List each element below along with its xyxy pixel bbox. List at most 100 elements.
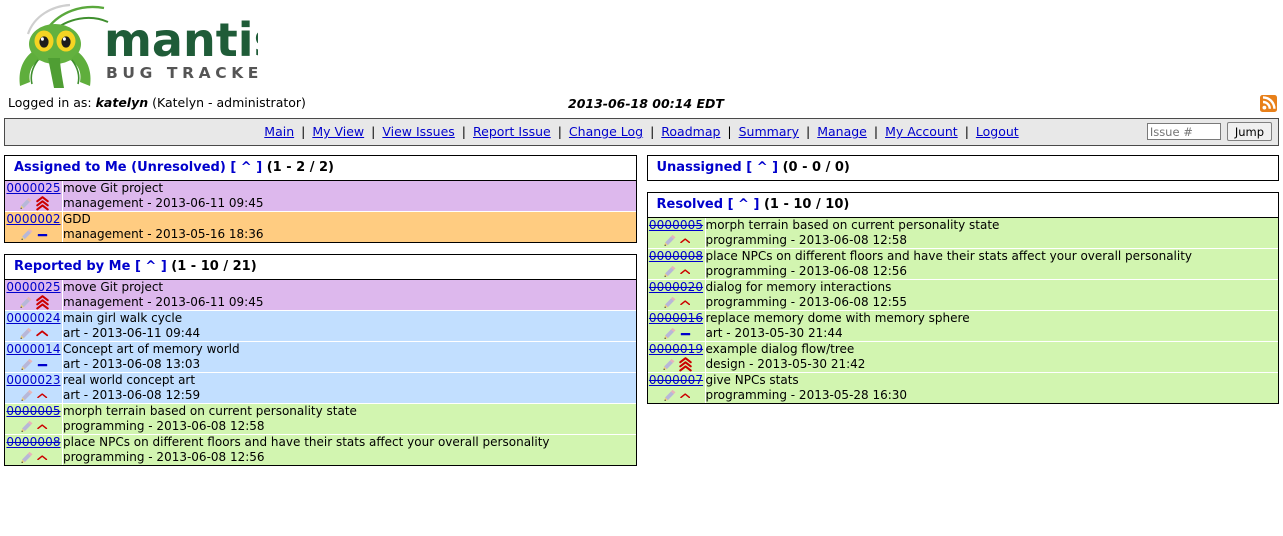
logged-in-username: katelyn: [95, 95, 149, 110]
collapse-caret-icon[interactable]: [ ^ ]: [135, 259, 167, 274]
rss-icon[interactable]: [1260, 95, 1277, 112]
edit-pencil-icon[interactable]: [661, 358, 676, 371]
edit-pencil-icon[interactable]: [18, 197, 33, 210]
edit-pencil-icon[interactable]: [662, 296, 677, 309]
nav-separator: |: [964, 124, 969, 139]
edit-pencil-icon[interactable]: [18, 327, 33, 340]
issue-id-link[interactable]: 0000024: [6, 311, 60, 325]
issue-id-link[interactable]: 0000014: [6, 342, 60, 356]
issue-icon-row: [5, 419, 62, 434]
edit-pencil-icon[interactable]: [19, 420, 34, 433]
issue-id-cell: 0000008: [647, 248, 706, 280]
issue-description-cell: main girl walk cycle art - 2013-06-11 09:…: [62, 310, 636, 342]
nav-item-my-view[interactable]: My View: [312, 124, 364, 139]
edit-pencil-icon[interactable]: [19, 228, 34, 241]
issue-id-link[interactable]: 0000005: [6, 404, 60, 418]
priority-normal-icon: [37, 393, 48, 399]
nav-item-logout[interactable]: Logout: [976, 124, 1019, 139]
issue-icon-row: [648, 295, 705, 310]
issue-category-date: management - 2013-06-11 09:45: [63, 195, 264, 210]
issue-id-link[interactable]: 0000023: [6, 373, 60, 387]
issue-id-cell: 0000024: [5, 310, 63, 342]
issue-id-link[interactable]: 0000005: [649, 218, 703, 232]
edit-pencil-icon[interactable]: [19, 389, 34, 402]
issue-category-date: art - 2013-06-08 12:59: [63, 387, 201, 402]
issue-summary: GDD: [63, 212, 91, 226]
panel-count: (1 - 10 / 10): [763, 197, 850, 212]
issue-summary: place NPCs on different floors and have …: [705, 249, 1193, 263]
issue-id-link[interactable]: 0000025: [6, 181, 60, 195]
nav-item-view-issues[interactable]: View Issues: [382, 124, 454, 139]
issue-category-date: programming - 2013-06-08 12:56: [63, 449, 265, 464]
issue-description-cell: morph terrain based on current personali…: [705, 218, 1278, 249]
nav-item-summary[interactable]: Summary: [739, 124, 799, 139]
issue-id-cell: 0000025: [5, 181, 63, 212]
table-row: 0000016 replace memory dome with memory s…: [647, 310, 1278, 342]
issue-summary: dialog for memory interactions: [705, 280, 892, 294]
priority-high-icon: [36, 330, 49, 337]
panel-heading-text: Reported by Me: [14, 259, 131, 274]
issue-icon-row: [5, 357, 62, 372]
issue-summary: replace memory dome with memory sphere: [705, 311, 970, 325]
edit-pencil-icon[interactable]: [662, 389, 677, 402]
nav-links: Main | My View | View Issues | Report Is…: [5, 124, 1278, 139]
issue-id-link[interactable]: 0000025: [6, 280, 60, 294]
edit-pencil-icon[interactable]: [662, 234, 677, 247]
issue-id-link[interactable]: 0000002: [6, 212, 60, 226]
issue-description-cell: give NPCs stats programming - 2013-05-28 …: [705, 372, 1278, 403]
issue-id-link[interactable]: 0000020: [649, 280, 703, 294]
table-row: 0000007 give NPCs stats programming - 2013…: [647, 372, 1278, 403]
nav-separator: |: [557, 124, 562, 139]
mantis-logo[interactable]: mantis BUG TRACKER: [8, 2, 258, 90]
issue-icon-row: [5, 196, 62, 211]
issue-summary: main girl walk cycle: [63, 311, 183, 325]
table-row: 0000020 dialog for memory interactions pro…: [647, 279, 1278, 311]
nav-item-main[interactable]: Main: [264, 124, 294, 139]
edit-pencil-icon[interactable]: [18, 296, 33, 309]
nav-item-report-issue[interactable]: Report Issue: [473, 124, 551, 139]
table-row: 0000005 morph terrain based on current pe…: [647, 218, 1278, 249]
issue-description-cell: replace memory dome with memory sphere ar…: [705, 310, 1278, 342]
issue-category-date: art - 2013-05-30 21:44: [705, 325, 843, 340]
issue-id-cell: 0000005: [5, 403, 63, 435]
issue-id-cell: 0000023: [5, 372, 63, 404]
nav-separator: |: [301, 124, 306, 139]
issue-id-link[interactable]: 0000007: [649, 373, 703, 387]
issue-id-cell: 0000007: [647, 372, 706, 403]
issue-number-input[interactable]: [1146, 123, 1221, 140]
collapse-caret-icon[interactable]: [ ^ ]: [728, 197, 760, 212]
issue-id-link[interactable]: 0000008: [6, 435, 60, 449]
issue-icon-row: [5, 326, 62, 341]
issue-rows: 0000025 move Git project management - 2013…: [5, 181, 636, 242]
table-row: 0000014 Concept art of memory world art - …: [5, 341, 636, 373]
edit-pencil-icon[interactable]: [19, 358, 34, 371]
table-row: 0000002 GDD management - 2013-05-16 18:36: [5, 211, 636, 242]
issue-id-link[interactable]: 0000016: [649, 311, 703, 325]
collapse-caret-icon[interactable]: [ ^ ]: [230, 160, 262, 175]
table-row: 0000024 main girl walk cycle art - 2013-06…: [5, 310, 636, 342]
issue-id-cell: 0000016: [647, 310, 706, 342]
panel-title-unassigned: Unassigned [ ^ ] (0 - 0 / 0): [647, 156, 1278, 180]
edit-pencil-icon[interactable]: [662, 327, 677, 340]
nav-item-my-account[interactable]: My Account: [885, 124, 958, 139]
issue-id-link[interactable]: 0000008: [649, 249, 703, 263]
priority-urgent-icon: [36, 196, 49, 211]
issue-category-date: programming - 2013-06-08 12:58: [63, 418, 265, 433]
jump-button[interactable]: Jump: [1226, 122, 1272, 141]
nav-item-roadmap[interactable]: Roadmap: [661, 124, 720, 139]
edit-pencil-icon[interactable]: [19, 451, 34, 464]
nav-item-change-log[interactable]: Change Log: [569, 124, 643, 139]
issue-summary: move Git project: [63, 280, 164, 294]
collapse-caret-icon[interactable]: [ ^ ]: [746, 160, 778, 175]
issue-id-link[interactable]: 0000019: [649, 342, 703, 356]
nav-item-manage[interactable]: Manage: [817, 124, 867, 139]
priority-normal-icon: [680, 238, 690, 244]
table-row: 0000025 move Git project management - 2013…: [5, 181, 636, 212]
right-column: Unassigned [ ^ ] (0 - 0 / 0) Resolved [ …: [646, 155, 1279, 415]
server-timestamp: 2013-06-18 00:14 EDT: [568, 96, 724, 111]
issue-category-date: art - 2013-06-11 09:44: [63, 325, 201, 340]
issue-id-cell: 0000005: [647, 218, 706, 249]
issue-icon-row: [5, 450, 62, 465]
edit-pencil-icon[interactable]: [662, 265, 677, 278]
logged-in-detail: (Katelyn - administrator): [152, 95, 306, 110]
